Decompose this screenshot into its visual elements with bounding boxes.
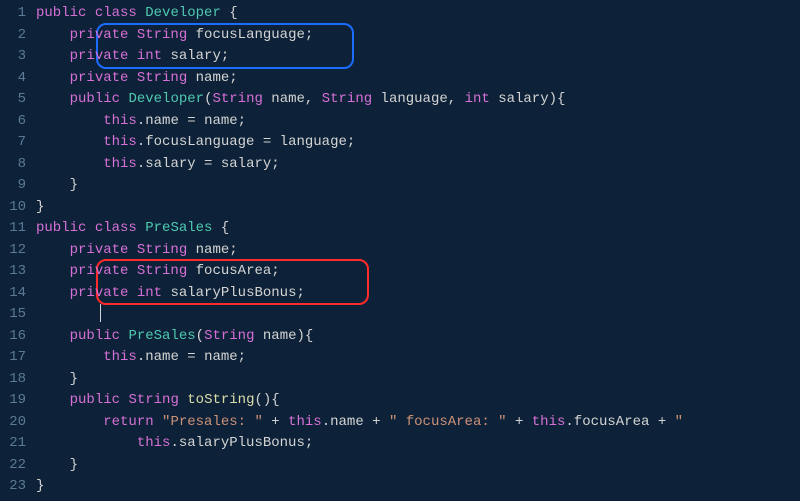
code-line[interactable]: return "Presales: " + this.name + " focu…: [36, 412, 800, 434]
code-line[interactable]: }: [36, 369, 800, 391]
code-line[interactable]: [36, 304, 800, 326]
code-line[interactable]: }: [36, 476, 800, 498]
line-number: 17: [0, 347, 26, 369]
code-area[interactable]: public class Developer { private String …: [36, 3, 800, 501]
code-line[interactable]: public class Developer {: [36, 3, 800, 25]
code-editor[interactable]: 1 2 3 4 5 6 7 8 9 10 11 12 13 14 15 16 1…: [0, 0, 800, 501]
line-number: 21: [0, 433, 26, 455]
line-number: 14: [0, 283, 26, 305]
line-number: 16: [0, 326, 26, 348]
line-number: 23: [0, 476, 26, 498]
line-number: 9: [0, 175, 26, 197]
line-number-gutter: 1 2 3 4 5 6 7 8 9 10 11 12 13 14 15 16 1…: [0, 3, 36, 501]
code-line[interactable]: this.name = name;: [36, 347, 800, 369]
line-number: 15: [0, 304, 26, 326]
code-line[interactable]: private String name;: [36, 68, 800, 90]
code-line[interactable]: public Developer(String name, String lan…: [36, 89, 800, 111]
line-number: 18: [0, 369, 26, 391]
code-line[interactable]: public PreSales(String name){: [36, 326, 800, 348]
code-line[interactable]: private int salary;: [36, 46, 800, 68]
code-line[interactable]: this.name = name;: [36, 111, 800, 133]
line-number: 20: [0, 412, 26, 434]
code-line[interactable]: this.focusLanguage = language;: [36, 132, 800, 154]
line-number: 3: [0, 46, 26, 68]
line-number: 22: [0, 455, 26, 477]
line-number: 2: [0, 25, 26, 47]
line-number: 7: [0, 132, 26, 154]
code-line[interactable]: private String focusLanguage;: [36, 25, 800, 47]
line-number: 12: [0, 240, 26, 262]
code-line[interactable]: this.salary = salary;: [36, 154, 800, 176]
line-number: 5: [0, 89, 26, 111]
code-line[interactable]: private int salaryPlusBonus;: [36, 283, 800, 305]
line-number: 11: [0, 218, 26, 240]
line-number: 10: [0, 197, 26, 219]
line-number: 19: [0, 390, 26, 412]
code-line[interactable]: }: [36, 175, 800, 197]
line-number: 4: [0, 68, 26, 90]
code-line[interactable]: private String name;: [36, 240, 800, 262]
code-line[interactable]: private String focusArea;: [36, 261, 800, 283]
line-number: 13: [0, 261, 26, 283]
code-line[interactable]: }: [36, 455, 800, 477]
code-line[interactable]: public class PreSales {: [36, 218, 800, 240]
text-cursor: [100, 304, 101, 322]
code-line[interactable]: this.salaryPlusBonus;: [36, 433, 800, 455]
line-number: 1: [0, 3, 26, 25]
code-line[interactable]: }: [36, 197, 800, 219]
line-number: 6: [0, 111, 26, 133]
line-number: 8: [0, 154, 26, 176]
code-line[interactable]: public String toString(){: [36, 390, 800, 412]
